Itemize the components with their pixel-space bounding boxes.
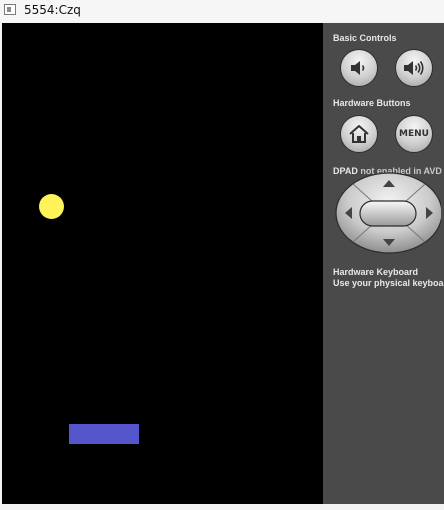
game-ball — [39, 194, 64, 219]
menu-button[interactable]: MENU — [395, 115, 433, 153]
volume-up-button[interactable] — [395, 49, 433, 87]
home-button[interactable] — [340, 115, 378, 153]
window-bottom-border — [0, 504, 444, 510]
dpad-graphic — [335, 172, 443, 254]
menu-button-label: MENU — [399, 129, 429, 139]
dpad[interactable] — [333, 172, 443, 254]
volume-up-icon — [404, 61, 424, 75]
volume-down-icon — [351, 61, 365, 75]
hardware-keyboard-note: Use your physical keyboard — [333, 278, 444, 288]
basic-controls-label: Basic Controls — [333, 33, 397, 43]
home-icon — [349, 125, 369, 143]
window-app-icon — [4, 4, 16, 15]
window-title: 5554:Czq — [24, 3, 81, 17]
hardware-buttons-label: Hardware Buttons — [333, 98, 411, 108]
window-titlebar: 5554:Czq — [0, 0, 444, 22]
volume-down-button[interactable] — [340, 49, 378, 87]
hardware-keyboard-label: Hardware Keyboard — [333, 267, 419, 277]
game-paddle[interactable] — [69, 424, 139, 444]
dpad-center-button — [359, 200, 417, 227]
emulator-control-panel: Basic Controls Hardware Buttons MENU DPA… — [323, 23, 444, 504]
emulator-screen[interactable] — [2, 23, 323, 504]
